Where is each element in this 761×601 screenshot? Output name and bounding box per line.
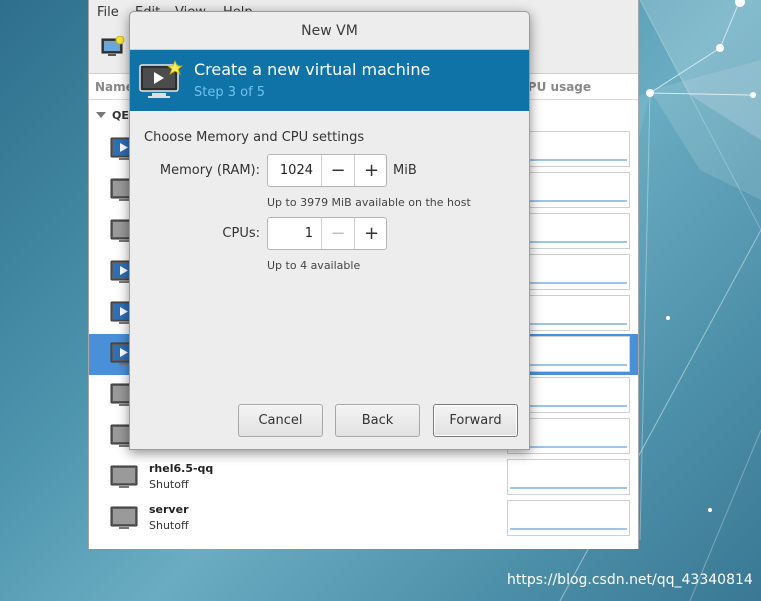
cpus-hint: Up to 4 available [267,259,361,272]
cpus-label: CPUs: [222,226,260,241]
back-button[interactable]: Back [335,404,420,437]
table-row[interactable]: server Shutoff [89,498,638,539]
column-name[interactable]: Name [95,80,134,94]
memory-decrease-button[interactable]: − [322,155,355,186]
memory-hint: Up to 3979 MiB available on the host [267,196,471,209]
vm-name: server [149,503,189,516]
menu-file[interactable]: File [97,5,119,20]
vm-name: rhel6.5-qq [149,462,214,475]
expander-arrow-icon[interactable] [96,112,106,118]
table-row[interactable]: rhel6.5-qq Shutoff [89,457,638,498]
cpus-spinbutton[interactable]: 1 − + [267,217,387,250]
watermark: https://blog.csdn.net/qq_43340814 [507,572,753,588]
new-vm-dialog: New VM Create a new virtual machine Step… [129,11,530,450]
new-vm-icon [138,59,184,101]
banner-step: Step 3 of 5 [194,85,266,100]
memory-increase-button[interactable]: + [355,155,388,186]
dialog-banner: Create a new virtual machine Step 3 of 5 [130,50,529,111]
cpus-input[interactable]: 1 [268,218,322,249]
vm-state: Shutoff [149,478,189,491]
section-title: Choose Memory and CPU settings [144,130,365,145]
cpus-decrease-button[interactable]: − [322,218,355,249]
new-vm-icon[interactable] [101,35,125,58]
memory-label: Memory (RAM): [159,163,260,178]
cpus-increase-button[interactable]: + [355,218,388,249]
forward-button[interactable]: Forward [433,404,518,437]
monitor-icon [109,464,139,490]
cancel-button[interactable]: Cancel [238,404,323,437]
banner-title: Create a new virtual machine [194,60,431,79]
memory-unit: MiB [393,163,417,178]
vm-state: Shutoff [149,519,189,532]
cpu-usage-graph [507,459,630,495]
memory-input[interactable]: 1024 [268,155,322,186]
dialog-title: New VM [130,12,529,50]
cpu-usage-graph [507,500,630,536]
monitor-icon [109,505,139,531]
memory-spinbutton[interactable]: 1024 − + [267,154,387,187]
